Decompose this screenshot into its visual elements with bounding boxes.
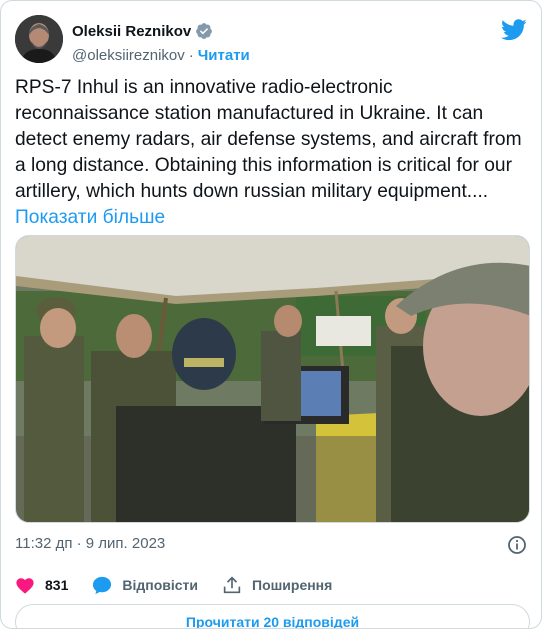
like-button[interactable]: 831 <box>15 576 68 594</box>
author-name[interactable]: Oleksii Reznikov <box>72 23 191 40</box>
like-count: 831 <box>45 577 69 593</box>
follow-button[interactable]: Читати <box>198 47 250 64</box>
timestamp[interactable]: 11:32 дп · 9 лип. 2023 <box>15 535 165 552</box>
info-icon[interactable] <box>507 535 527 555</box>
reply-label: Відповісти <box>122 577 198 593</box>
share-icon <box>223 576 241 594</box>
action-bar: 831 Відповісти Поширення <box>15 574 527 596</box>
heart-icon <box>16 578 34 594</box>
verified-badge-icon <box>195 22 213 40</box>
tweet-card: Oleksii Reznikov @oleksiireznikov · Чита… <box>0 0 542 629</box>
tweet-header: Oleksii Reznikov @oleksiireznikov · Чита… <box>15 15 527 67</box>
tweet-text: RPS-7 Inhul is an innovative radio-elect… <box>15 75 525 231</box>
author-handle[interactable]: @oleksiireznikov <box>72 47 185 64</box>
reply-bubble-icon <box>93 576 112 594</box>
avatar[interactable] <box>15 15 63 63</box>
share-button[interactable]: Поширення <box>222 576 332 594</box>
author-info: Oleksii Reznikov @oleksiireznikov · Чита… <box>72 21 250 65</box>
read-replies-button[interactable]: Прочитати 20 відповідей <box>15 604 530 628</box>
separator: · <box>188 46 194 64</box>
reply-button[interactable]: Відповісти <box>92 576 198 595</box>
tweet-media-video[interactable] <box>15 235 530 523</box>
show-more-link[interactable]: Показати більше <box>15 207 165 228</box>
twitter-bird-icon[interactable] <box>501 19 527 41</box>
share-label: Поширення <box>252 577 333 593</box>
timestamp-row: 11:32 дп · 9 лип. 2023 <box>15 535 527 555</box>
video-frame <box>16 236 529 522</box>
tweet-body: RPS-7 Inhul is an innovative radio-elect… <box>15 77 522 202</box>
